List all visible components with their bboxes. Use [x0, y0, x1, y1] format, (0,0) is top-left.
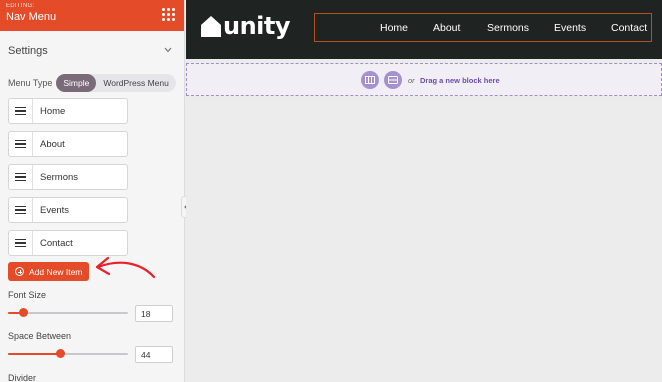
nav-item-home[interactable]: Home: [380, 22, 408, 34]
space-between-label: Space Between: [8, 331, 72, 341]
site-header[interactable]: unity Home About Sermons Events Contact: [186, 0, 662, 59]
menu-type-row: Menu Type Simple WordPress Menu: [8, 74, 176, 92]
font-size-slider[interactable]: [8, 308, 128, 318]
content-area: [186, 102, 662, 382]
slider-knob[interactable]: [56, 349, 66, 358]
add-new-item-button[interactable]: Add New Item: [8, 262, 89, 281]
drag-handle-icon[interactable]: [9, 99, 33, 123]
menu-item-label: Events: [40, 204, 70, 216]
drag-handle-icon[interactable]: [9, 198, 33, 222]
menu-type-label: Menu Type: [8, 78, 53, 88]
divider-label: Divider: [8, 373, 37, 382]
slider-fill: [8, 353, 61, 355]
drag-handle-icon[interactable]: [9, 165, 33, 189]
chevron-down-icon: [164, 47, 172, 55]
drag-handle-icon[interactable]: [9, 231, 33, 255]
drag-handle-icon[interactable]: [9, 132, 33, 156]
menu-type-wordpress[interactable]: WordPress Menu: [96, 74, 176, 92]
editor-sidebar: EDITING: Nav Menu Settings Menu Type Sim…: [0, 0, 185, 382]
settings-section-toggle[interactable]: Settings: [8, 45, 172, 57]
grid-menu-icon[interactable]: [162, 8, 175, 21]
nav-item-about[interactable]: About: [433, 22, 460, 34]
logo-text: unity: [223, 12, 291, 40]
settings-title: Settings: [8, 45, 48, 57]
add-new-item-label: Add New Item: [29, 266, 83, 277]
menu-type-toggle: Simple WordPress Menu: [56, 74, 176, 92]
page-canvas: unity Home About Sermons Events Contact …: [186, 0, 662, 382]
menu-item-label: Home: [40, 105, 66, 117]
space-between-slider[interactable]: [8, 349, 128, 359]
drop-zone-or: or: [408, 76, 415, 85]
site-logo[interactable]: unity: [201, 12, 291, 40]
menu-item-row[interactable]: Sermons: [8, 164, 128, 190]
nav-menu[interactable]: Home About Sermons Events Contact: [314, 13, 652, 42]
house-icon: [201, 16, 221, 37]
block-drop-zone[interactable]: or Drag a new block here: [186, 63, 662, 96]
space-between-input[interactable]: 44: [135, 346, 173, 363]
sidebar-header: EDITING: Nav Menu: [0, 0, 184, 31]
plus-circle-icon: [15, 267, 24, 276]
editing-label: EDITING:: [6, 3, 35, 9]
menu-item-row[interactable]: Home: [8, 98, 128, 124]
menu-item-row[interactable]: About: [8, 131, 128, 157]
nav-item-events[interactable]: Events: [554, 22, 586, 34]
block-icon[interactable]: [384, 71, 402, 89]
nav-item-sermons[interactable]: Sermons: [487, 22, 529, 34]
menu-type-simple[interactable]: Simple: [56, 74, 97, 92]
annotation-arrow-icon: [95, 256, 156, 279]
menu-item-label: Sermons: [40, 171, 79, 183]
font-size-input[interactable]: 18: [135, 305, 173, 322]
menu-item-row[interactable]: Events: [8, 197, 128, 223]
font-size-label: Font Size: [8, 290, 47, 300]
menu-item-label: Contact: [40, 237, 73, 249]
menu-item-label: About: [40, 138, 65, 150]
slider-knob[interactable]: [19, 308, 29, 317]
drop-zone-text: Drag a new block here: [420, 76, 500, 85]
columns-icon[interactable]: [361, 71, 379, 89]
nav-item-contact[interactable]: Contact: [611, 22, 647, 34]
block-title: Nav Menu: [6, 11, 57, 23]
